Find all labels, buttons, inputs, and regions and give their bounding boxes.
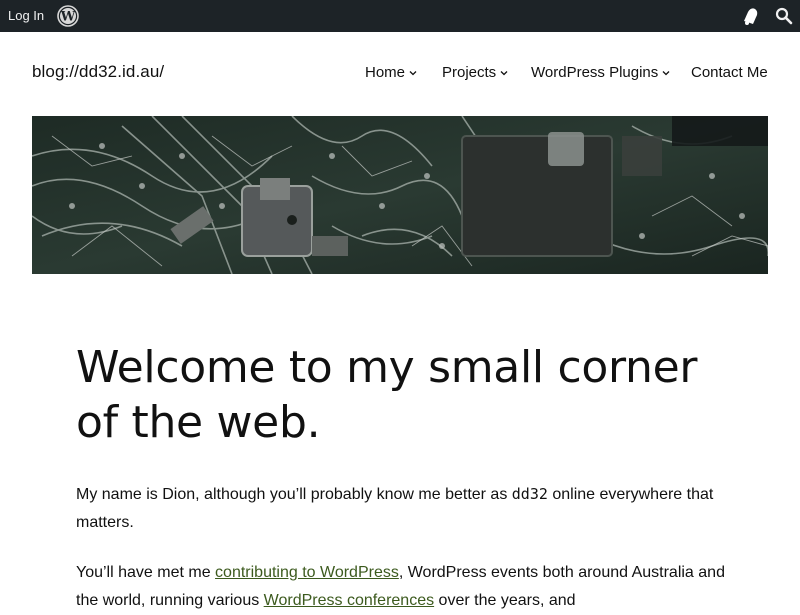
notifications-bell-icon[interactable] (740, 5, 762, 27)
wordpress-conferences-link[interactable]: WordPress conferences (264, 592, 434, 609)
site-title[interactable]: blog://dd32.id.au/ (32, 62, 164, 82)
nav-label: Projects (442, 64, 497, 81)
nav-label: WordPress Plugins (531, 64, 659, 81)
username-code: dd32 (511, 485, 548, 503)
wordpress-logo-icon[interactable]: W (57, 5, 79, 27)
nav-item-projects[interactable]: Projects (442, 64, 508, 81)
header-banner-image (32, 116, 768, 274)
chevron-down-icon (500, 71, 508, 76)
svg-text:W: W (60, 10, 76, 25)
nav-item-contact-me[interactable]: Contact Me (691, 64, 768, 81)
chevron-down-icon (409, 71, 417, 76)
login-link[interactable]: Log In (8, 0, 44, 32)
nav-item-home[interactable]: Home (365, 64, 417, 81)
contribution-text-end: over the years, and (434, 592, 576, 609)
contributing-to-wordpress-link[interactable]: contributing to WordPress (215, 564, 399, 581)
admin-bar: Log In W (0, 0, 800, 32)
contribution-text-start: You’ll have met me (76, 564, 216, 581)
nav-label: Home (365, 64, 406, 81)
intro-text-start: My name is Dion, although you’ll probabl… (76, 486, 512, 503)
intro-paragraph: My name is Dion, although you’ll probabl… (76, 480, 736, 537)
search-icon[interactable] (775, 7, 793, 25)
nav-item-wordpress-plugins[interactable]: WordPress Plugins (531, 64, 670, 81)
chevron-down-icon (662, 71, 670, 76)
page-headline: Welcome to my small corner of the web. (76, 342, 698, 448)
nav-label: Contact Me (691, 64, 768, 81)
contribution-paragraph: You’ll have met me contributing to WordP… (76, 559, 736, 615)
circuit-board-image (32, 116, 768, 274)
